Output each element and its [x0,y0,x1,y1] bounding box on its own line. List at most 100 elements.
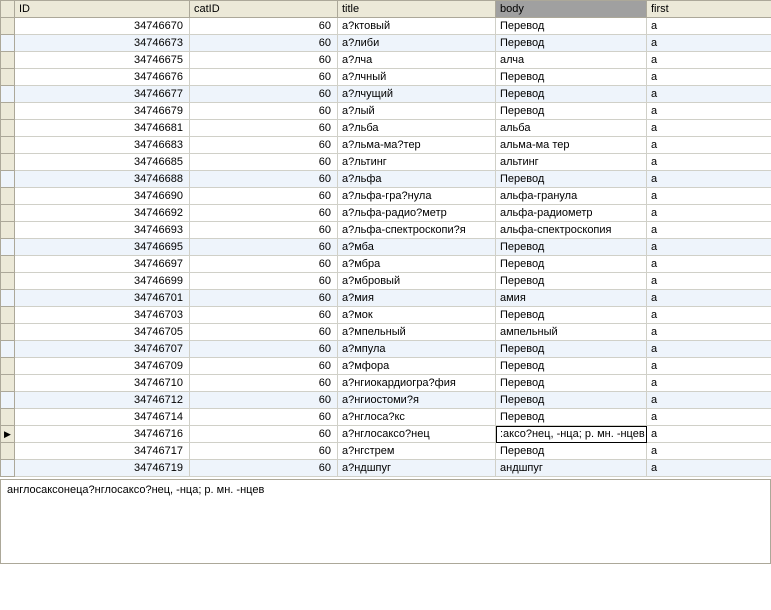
cell-id[interactable]: 34746693 [15,222,190,239]
cell-id[interactable]: 34746707 [15,341,190,358]
cell-catid[interactable]: 60 [190,324,338,341]
col-header-body[interactable]: body [496,1,647,18]
cell-title[interactable]: а?мба [338,239,496,256]
table-row[interactable]: 3474668860а?льфаПеревода [1,171,771,188]
cell-first[interactable]: а [647,375,771,392]
cell-first[interactable]: а [647,52,771,69]
cell-first[interactable]: а [647,273,771,290]
cell-catid[interactable]: 60 [190,86,338,103]
cell-title[interactable]: а?лчный [338,69,496,86]
table-row[interactable]: 3474668160а?льбаальбаа [1,120,771,137]
table-row[interactable]: 3474668360а?льма-ма?теральма-ма тера [1,137,771,154]
cell-id[interactable]: 34746673 [15,35,190,52]
row-header[interactable] [1,273,15,290]
cell-title[interactable]: а?мпула [338,341,496,358]
cell-title[interactable]: а?льтинг [338,154,496,171]
row-header[interactable] [1,188,15,205]
table-row[interactable]: 3474667060а?ктовыйПеревода [1,18,771,35]
cell-body[interactable]: Перевод [496,86,647,103]
cell-id[interactable]: 34746683 [15,137,190,154]
cell-catid[interactable]: 60 [190,375,338,392]
cell-body[interactable]: альтинг [496,154,647,171]
cell-catid[interactable]: 60 [190,358,338,375]
cell-id[interactable]: 34746701 [15,290,190,307]
table-row[interactable]: 3474667760а?лчущийПеревода [1,86,771,103]
cell-first[interactable]: а [647,409,771,426]
cell-id[interactable]: 34746719 [15,460,190,477]
cell-body[interactable]: Перевод [496,103,647,120]
cell-id[interactable]: 34746703 [15,307,190,324]
cell-title[interactable]: а?мок [338,307,496,324]
cell-body[interactable]: Перевод [496,409,647,426]
cell-id[interactable]: 34746695 [15,239,190,256]
cell-title[interactable]: а?нгстрем [338,443,496,460]
cell-first[interactable]: а [647,86,771,103]
table-row[interactable]: 3474668560а?льтингальтинга [1,154,771,171]
cell-catid[interactable]: 60 [190,171,338,188]
table-row[interactable]: 3474670960а?мфораПеревода [1,358,771,375]
cell-id[interactable]: 34746692 [15,205,190,222]
cell-catid[interactable]: 60 [190,443,338,460]
cell-body[interactable]: Перевод [496,256,647,273]
cell-id[interactable]: 34746714 [15,409,190,426]
cell-first[interactable]: а [647,205,771,222]
row-header[interactable] [1,443,15,460]
cell-body[interactable]: Перевод [496,375,647,392]
cell-title[interactable]: а?льма-ма?тер [338,137,496,154]
cell-title[interactable]: а?лый [338,103,496,120]
cell-body[interactable]: Перевод [496,443,647,460]
cell-title[interactable]: а?мия [338,290,496,307]
cell-body[interactable]: Перевод [496,18,647,35]
table-row[interactable]: 3474671960а?ндшпугандшпуга [1,460,771,477]
cell-title[interactable]: а?нглоса?кс [338,409,496,426]
cell-first[interactable]: а [647,154,771,171]
cell-id[interactable]: 34746677 [15,86,190,103]
row-header[interactable] [1,358,15,375]
cell-title[interactable]: а?мбровый [338,273,496,290]
cell-id[interactable]: 34746709 [15,358,190,375]
cell-body[interactable]: андшпуг [496,460,647,477]
cell-body[interactable]: альба [496,120,647,137]
cell-first[interactable]: а [647,290,771,307]
cell-body[interactable]: амия [496,290,647,307]
cell-id[interactable]: 34746688 [15,171,190,188]
row-header[interactable] [1,86,15,103]
row-header[interactable] [1,222,15,239]
cell-catid[interactable]: 60 [190,460,338,477]
cell-catid[interactable]: 60 [190,426,338,443]
cell-title[interactable]: а?льфа [338,171,496,188]
cell-first[interactable]: а [647,426,771,443]
cell-catid[interactable]: 60 [190,120,338,137]
row-header[interactable] [1,239,15,256]
cell-id[interactable]: 34746685 [15,154,190,171]
row-header[interactable] [1,375,15,392]
cell-id[interactable]: 34746710 [15,375,190,392]
row-header[interactable] [1,426,15,443]
cell-catid[interactable]: 60 [190,239,338,256]
cell-id[interactable]: 34746670 [15,18,190,35]
col-header-first[interactable]: first [647,1,771,18]
cell-first[interactable]: а [647,69,771,86]
row-header[interactable] [1,69,15,86]
cell-body[interactable]: альма-ма тер [496,137,647,154]
cell-title[interactable]: а?льфа-радио?метр [338,205,496,222]
col-header-catid[interactable]: catID [190,1,338,18]
row-header[interactable] [1,341,15,358]
cell-id[interactable]: 34746679 [15,103,190,120]
cell-first[interactable]: а [647,188,771,205]
cell-body[interactable]: Перевод [496,341,647,358]
row-header[interactable] [1,460,15,477]
cell-title[interactable]: а?ктовый [338,18,496,35]
cell-catid[interactable]: 60 [190,290,338,307]
cell-catid[interactable]: 60 [190,154,338,171]
table-row[interactable]: 3474670560а?мпельныйампельныйа [1,324,771,341]
row-header[interactable] [1,154,15,171]
cell-catid[interactable]: 60 [190,409,338,426]
cell-body[interactable]: Перевод [496,171,647,188]
cell-title[interactable]: а?льба [338,120,496,137]
row-header[interactable] [1,171,15,188]
cell-title[interactable]: а?нгиостоми?я [338,392,496,409]
row-header[interactable] [1,324,15,341]
cell-catid[interactable]: 60 [190,205,338,222]
cell-body[interactable]: Перевод [496,392,647,409]
